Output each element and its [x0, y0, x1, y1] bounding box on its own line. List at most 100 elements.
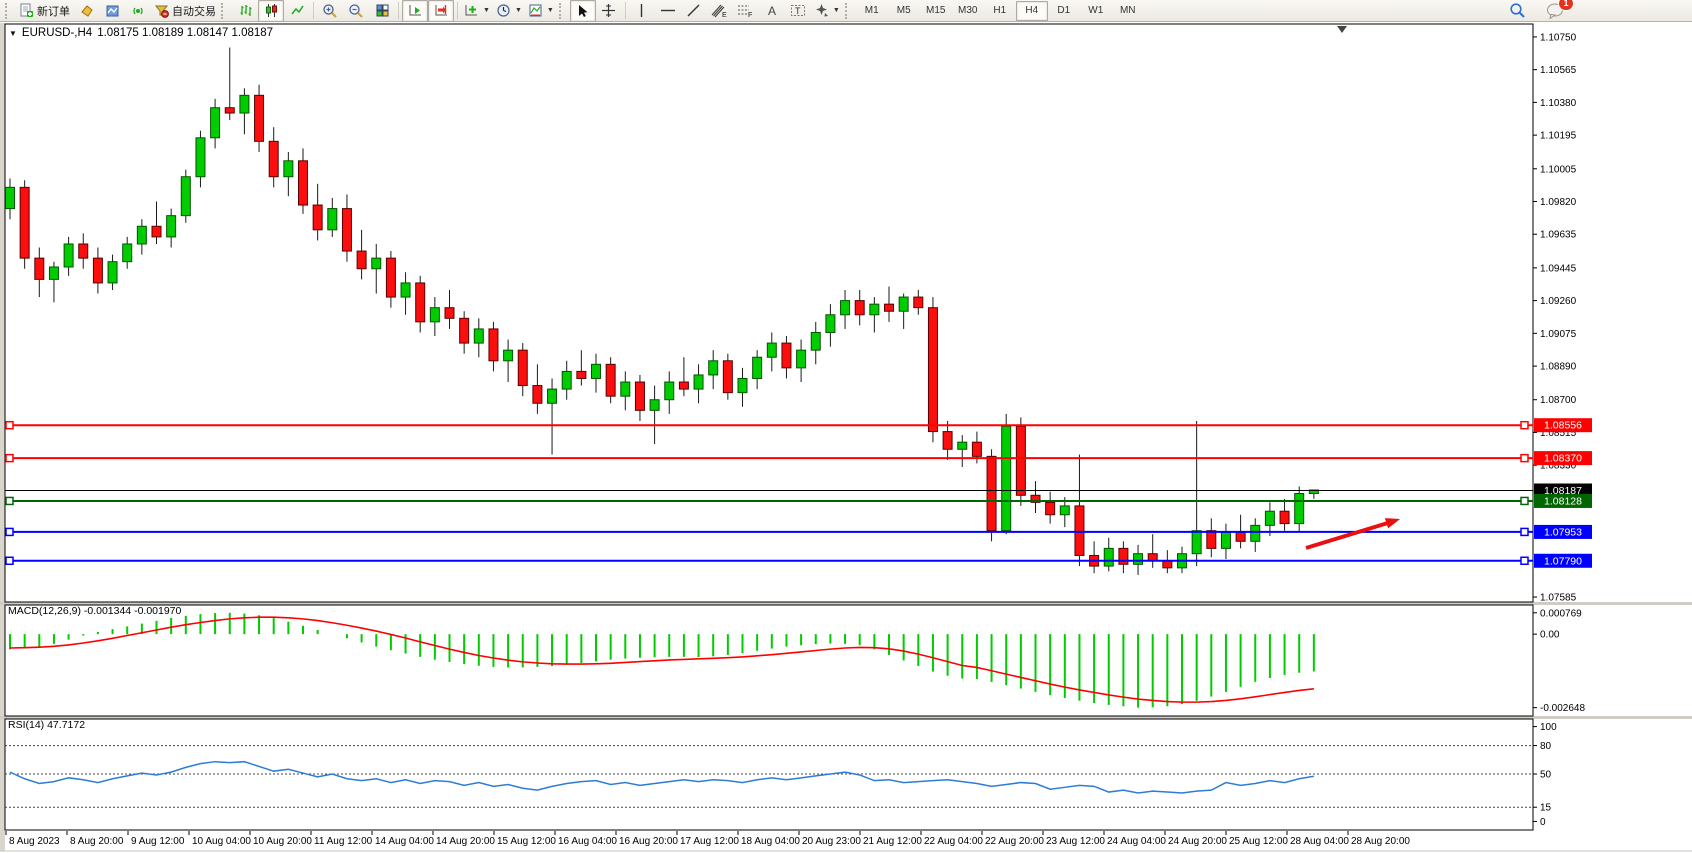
auto-trading-button[interactable]: 自动交易: [151, 0, 219, 22]
svg-text:1.10195: 1.10195: [1540, 131, 1577, 142]
svg-text:0: 0: [1540, 817, 1546, 828]
market-watch-button[interactable]: [73, 0, 99, 22]
arrows-tool-button[interactable]: ▼: [811, 0, 843, 22]
vertical-line-icon: [635, 3, 648, 18]
fibonacci-tool-button[interactable]: F: [733, 0, 759, 22]
crosshair-icon: [601, 3, 616, 18]
notifications-button[interactable]: 1: [1542, 0, 1568, 22]
auto-scroll-button[interactable]: [402, 0, 428, 22]
toolbar-group-handle[interactable]: [559, 3, 566, 19]
toolbar-right-group: 1: [1504, 0, 1568, 22]
svg-text:16 Aug 20:00: 16 Aug 20:00: [619, 836, 678, 847]
price-chart[interactable]: 1.107501.105651.103801.101951.100051.098…: [0, 0, 1692, 853]
chart-shift-icon: [434, 3, 449, 18]
horizontal-line-icon: [660, 3, 676, 18]
zoom-out-icon: [348, 3, 364, 19]
svg-text:1.07585: 1.07585: [1540, 593, 1577, 604]
templates-button[interactable]: ▼: [525, 0, 557, 22]
toolbar-group-handle[interactable]: [845, 3, 852, 19]
zoom-out-button[interactable]: [343, 0, 369, 22]
auto-trading-label: 自动交易: [172, 3, 216, 19]
new-order-label: 新订单: [37, 3, 70, 19]
timeframe-button-m5[interactable]: M5: [888, 1, 920, 21]
zoom-in-button[interactable]: [317, 0, 343, 22]
svg-text:23 Aug 12:00: 23 Aug 12:00: [1046, 836, 1105, 847]
timeframe-button-m1[interactable]: M1: [856, 1, 888, 21]
periods-caret-icon: ▼: [515, 7, 522, 14]
periods-button[interactable]: ▼: [493, 0, 525, 22]
arrows-caret-icon: ▼: [833, 7, 840, 14]
timeframe-button-h1[interactable]: H1: [984, 1, 1016, 21]
indicators-button[interactable]: ▼: [461, 0, 493, 22]
svg-text:28 Aug 04:00: 28 Aug 04:00: [1290, 836, 1349, 847]
svg-text:22 Aug 20:00: 22 Aug 20:00: [985, 836, 1044, 847]
chart-symbol-timeframe: EURUSD-,H4: [22, 27, 92, 39]
search-button[interactable]: [1504, 0, 1530, 22]
crosshair-tool-button[interactable]: [596, 0, 622, 22]
main-toolbar: 新订单 自动交易: [0, 0, 1692, 22]
svg-text:1.09820: 1.09820: [1540, 197, 1577, 208]
svg-text:F: F: [748, 12, 752, 18]
svg-text:8 Aug 20:00: 8 Aug 20:00: [70, 836, 124, 847]
app-window: 新订单 自动交易: [0, 0, 1692, 853]
equidistant-channel-icon: E: [711, 3, 728, 18]
svg-text:1.08370: 1.08370: [1544, 453, 1582, 465]
candlestick-mode-button[interactable]: [258, 0, 284, 22]
signals-button[interactable]: [125, 0, 151, 22]
horizontal-lines: 1.085561.083701.081871.081281.079531.077…: [5, 418, 1592, 568]
cursor-tool-button[interactable]: [570, 0, 596, 22]
rsi-pane: 1008050150: [5, 722, 1557, 828]
svg-text:1.07790: 1.07790: [1544, 555, 1582, 567]
vertical-line-tool-button[interactable]: [629, 0, 655, 22]
svg-text:1.10380: 1.10380: [1540, 98, 1577, 109]
svg-text:24 Aug 20:00: 24 Aug 20:00: [1168, 836, 1227, 847]
new-order-icon: [19, 3, 34, 18]
pane-borders: [5, 24, 1533, 830]
text-icon: A: [765, 3, 779, 18]
svg-text:T: T: [795, 6, 801, 16]
tile-windows-icon: [375, 3, 390, 18]
signals-icon: [131, 3, 146, 18]
text-tool-button[interactable]: A: [759, 0, 785, 22]
svg-text:A: A: [768, 4, 776, 18]
timeframe-button-h4[interactable]: H4: [1016, 1, 1048, 21]
trendline-tool-button[interactable]: [681, 0, 707, 22]
notification-badge: 1: [1558, 0, 1574, 11]
chart-window-button[interactable]: [99, 0, 125, 22]
line-chart-mode-button[interactable]: [284, 0, 310, 22]
indicators-caret-icon: ▼: [483, 7, 490, 14]
new-order-button[interactable]: 新订单: [16, 0, 73, 22]
text-label-tool-button[interactable]: T: [785, 0, 811, 22]
timeframe-button-m15[interactable]: M15: [920, 1, 952, 21]
chart-menu-triangle-icon[interactable]: ▼: [9, 29, 17, 38]
horizontal-line-tool-button[interactable]: [655, 0, 681, 22]
svg-text:1.09260: 1.09260: [1540, 296, 1577, 307]
svg-text:1.08890: 1.08890: [1540, 362, 1577, 373]
timeframe-button-m30[interactable]: M30: [952, 1, 984, 21]
chart-shift-button[interactable]: [428, 0, 454, 22]
chart-title: ▼ EURUSD-,H4 1.08175 1.08189 1.08147 1.0…: [9, 27, 273, 39]
candlestick-icon: [264, 3, 279, 18]
svg-text:1.08700: 1.08700: [1540, 395, 1577, 406]
indicators-icon: [464, 3, 479, 18]
timeframe-button-mn[interactable]: MN: [1112, 1, 1144, 21]
market-watch-icon: [79, 3, 94, 18]
chart-shift-marker-icon: [1337, 26, 1347, 33]
svg-text:-0.002648: -0.002648: [1540, 703, 1585, 714]
timeframe-button-d1[interactable]: D1: [1048, 1, 1080, 21]
svg-text:18 Aug 04:00: 18 Aug 04:00: [741, 836, 800, 847]
svg-text:9 Aug 12:00: 9 Aug 12:00: [131, 836, 185, 847]
toolbar-drag-handle[interactable]: [5, 3, 12, 19]
timeframe-button-w1[interactable]: W1: [1080, 1, 1112, 21]
tile-windows-button[interactable]: [369, 0, 395, 22]
equidistant-channel-tool-button[interactable]: E: [707, 0, 733, 22]
svg-text:1.08128: 1.08128: [1544, 495, 1582, 507]
arrows-icon: [814, 3, 829, 18]
svg-text:1.08556: 1.08556: [1544, 420, 1582, 432]
candles: [6, 48, 1319, 575]
fibonacci-icon: F: [737, 3, 754, 18]
bar-chart-mode-button[interactable]: [232, 0, 258, 22]
toolbar-group-handle[interactable]: [221, 3, 228, 19]
svg-text:1.10565: 1.10565: [1540, 65, 1577, 76]
svg-text:22 Aug 04:00: 22 Aug 04:00: [924, 836, 983, 847]
